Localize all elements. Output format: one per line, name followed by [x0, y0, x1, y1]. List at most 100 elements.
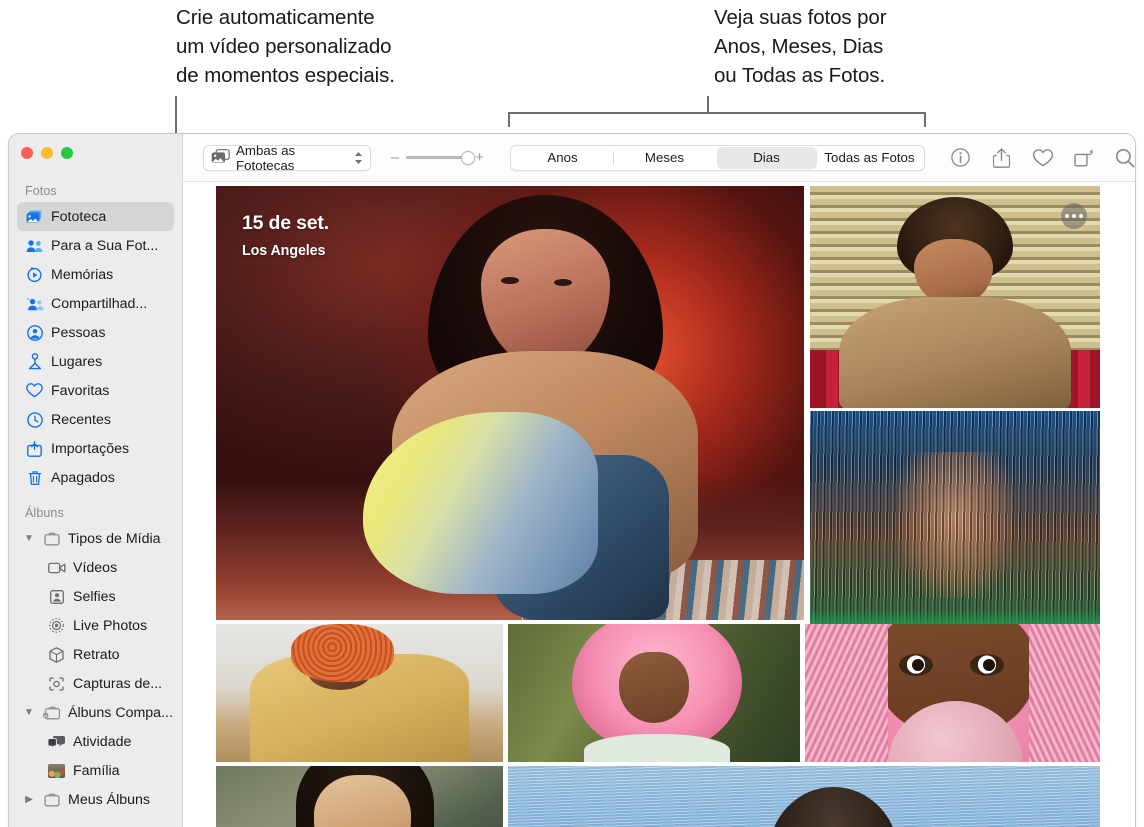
sidebar-item-label: Favoritas [51, 382, 110, 399]
zoom-slider-track[interactable] [406, 150, 476, 165]
day-date-label: 15 de set. [242, 212, 329, 234]
toolbar-icon-group [950, 147, 1135, 168]
sidebar-item-label: Memórias [51, 266, 114, 283]
sidebar-item-label: Lugares [51, 353, 103, 370]
sidebar-item-compartilhado[interactable]: Compartilhad... [17, 289, 174, 318]
window-traffic-lights [21, 147, 73, 159]
sidebar-item-atividade[interactable]: Atividade [17, 727, 174, 756]
sidebar-item-label: Pessoas [51, 324, 106, 341]
sidebar-item-label: Tipos de Mídia [68, 530, 161, 547]
for-you-icon [25, 237, 44, 255]
library-popup-button[interactable]: Ambas as Fototecas [203, 142, 371, 173]
shared-folder-icon [42, 704, 61, 722]
grid-scrollbar-area[interactable] [1125, 182, 1135, 827]
sidebar-item-label: Selfies [73, 588, 116, 605]
callout-timeline-text: Veja suas fotos por Anos, Meses, Dias ou… [714, 6, 887, 87]
callout-right-bracket-left [508, 112, 510, 127]
sidebar-item-lugares[interactable]: Lugares [17, 347, 174, 376]
trash-icon [25, 469, 44, 487]
photo-corn-headpiece[interactable] [216, 624, 503, 762]
photo-blinds-diner[interactable] [810, 186, 1100, 408]
sidebar-item-label: Família [73, 762, 120, 779]
import-icon [25, 440, 44, 458]
sidebar-item-memorias[interactable]: Memórias [17, 260, 174, 289]
sidebar-item-importacoes[interactable]: Importações [17, 434, 174, 463]
heart-icon [25, 382, 44, 400]
photo-laughing-woman[interactable] [216, 766, 503, 827]
sidebar-item-label: Retrato [73, 646, 120, 663]
album-thumbnail [47, 762, 66, 780]
chevron-down-icon[interactable]: ▼ [23, 533, 35, 544]
sidebar-item-tipos-de-midia[interactable]: ▼ Tipos de Mídia [17, 524, 174, 553]
sidebar-item-fototeca[interactable]: Fototeca [17, 202, 174, 231]
live-photo-icon [47, 617, 66, 635]
sidebar-item-pessoas[interactable]: Pessoas [17, 318, 174, 347]
rotate-icon[interactable] [1073, 147, 1094, 168]
maximize-button[interactable] [61, 147, 73, 159]
sidebar-item-recentes[interactable]: Recentes [17, 405, 174, 434]
photo-pink-wig-portrait[interactable] [508, 624, 800, 762]
photos-app-window: Fotos Fototeca Para a Sua Fot... Memória… [8, 133, 1136, 827]
sidebar-item-meus-albuns[interactable]: ▶ Meus Álbuns [17, 785, 174, 814]
sidebar-item-albuns-compartilhados[interactable]: ▼ Álbuns Compa... [17, 698, 174, 727]
sidebar: Fotos Fototeca Para a Sua Fot... Memória… [9, 134, 183, 827]
photo-grid[interactable]: 15 de set. Los Angeles [183, 182, 1135, 827]
timeline-segmented-control[interactable]: Anos Meses Dias Todas as Fotos [510, 144, 925, 171]
sidebar-item-videos[interactable]: Vídeos [17, 553, 174, 582]
tab-meses[interactable]: Meses [612, 147, 717, 169]
sidebar-item-favoritas[interactable]: Favoritas [17, 376, 174, 405]
callout-right-bracket-top [508, 112, 926, 114]
close-button[interactable] [21, 147, 33, 159]
sidebar-item-label: Importações [51, 440, 130, 457]
share-icon[interactable] [991, 147, 1012, 168]
sidebar-item-live-photos[interactable]: Live Photos [17, 611, 174, 640]
sidebar-item-label: Atividade [73, 733, 132, 750]
selfie-icon [47, 588, 66, 606]
info-icon[interactable] [950, 147, 971, 168]
clock-icon [25, 411, 44, 429]
sidebar-item-selfies[interactable]: Selfies [17, 582, 174, 611]
sidebar-item-label: Live Photos [73, 617, 148, 634]
zoom-out-label[interactable]: – [391, 150, 399, 165]
sidebar-item-familia[interactable]: Família [17, 756, 174, 785]
search-icon[interactable] [1114, 147, 1135, 168]
sidebar-item-apagados[interactable]: Apagados [17, 463, 174, 492]
heart-icon[interactable] [1032, 147, 1053, 168]
sidebar-scroll-area[interactable]: Fotos Fototeca Para a Sua Fot... Memória… [9, 178, 182, 827]
day-place-label: Los Angeles [242, 243, 326, 259]
chevron-right-icon[interactable]: ▶ [23, 794, 35, 805]
photo-rain-window[interactable] [810, 411, 1100, 639]
photos-stack-icon [211, 148, 230, 167]
minimize-button[interactable] [41, 147, 53, 159]
folder-icon [42, 791, 61, 809]
screenshot-root: Crie automaticamente um vídeo personaliz… [0, 0, 1144, 827]
tab-anos[interactable]: Anos [513, 147, 613, 169]
zoom-in-label[interactable]: + [475, 150, 484, 165]
photo-water-swimmer[interactable] [508, 766, 1100, 827]
sidebar-item-label: Recentes [51, 411, 111, 428]
sidebar-item-label: Meus Álbuns [68, 791, 151, 808]
activity-bubbles-icon [47, 733, 66, 751]
sidebar-item-label: Vídeos [73, 559, 118, 576]
sidebar-item-label: Fototeca [51, 208, 107, 225]
sidebar-item-label: Para a Sua Fot... [51, 237, 159, 254]
portrait-cube-icon [47, 646, 66, 664]
sidebar-item-label: Álbuns Compa... [68, 704, 173, 721]
sidebar-item-label: Apagados [51, 469, 115, 486]
photo-hero-portrait-red[interactable]: 15 de set. Los Angeles [216, 186, 804, 620]
sidebar-item-retrato[interactable]: Retrato [17, 640, 174, 669]
memories-icon [25, 266, 44, 284]
zoom-slider-knob[interactable] [461, 150, 476, 165]
folder-icon [42, 530, 61, 548]
library-popup-label: Ambas as Fototecas [236, 142, 296, 173]
sidebar-item-para-a-sua-fototeca[interactable]: Para a Sua Fot... [17, 231, 174, 260]
sidebar-item-label: Capturas de... [73, 675, 163, 692]
more-options-icon[interactable] [1061, 203, 1087, 229]
photo-bubblegum-closeup[interactable] [805, 624, 1100, 762]
tab-dias[interactable]: Dias [716, 146, 817, 169]
tab-todas-as-fotos[interactable]: Todas as Fotos [817, 147, 923, 169]
sidebar-item-capturas-de-tela[interactable]: Capturas de... [17, 669, 174, 698]
zoom-slider[interactable]: – + [391, 150, 484, 165]
places-pin-icon [25, 353, 44, 371]
chevron-down-icon[interactable]: ▼ [23, 707, 35, 718]
